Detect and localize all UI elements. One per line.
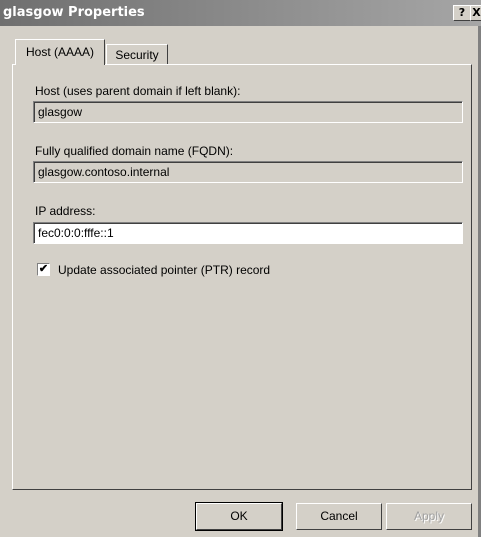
properties-dialog: glasgow Properties ? X Host (AAAA) Secur…	[0, 0, 481, 537]
fqdn-label: Fully qualified domain name (FQDN):	[35, 144, 234, 158]
tab-host-aaaa[interactable]: Host (AAAA)	[15, 39, 105, 65]
ptr-checkbox-label[interactable]: Update associated pointer (PTR) record	[58, 263, 270, 277]
host-label: Host (uses parent domain if left blank):	[35, 84, 241, 98]
title-bar[interactable]: glasgow Properties ? X	[0, 0, 481, 26]
cancel-button[interactable]: Cancel	[296, 503, 382, 530]
window-title: glasgow Properties	[3, 5, 145, 20]
ok-button[interactable]: OK	[195, 502, 283, 531]
close-icon[interactable]: X	[470, 5, 481, 21]
fqdn-field[interactable]	[33, 161, 463, 183]
ptr-checkbox[interactable]: ✔	[37, 263, 50, 276]
tab-security[interactable]: Security	[106, 44, 168, 65]
tab-panel	[12, 64, 472, 490]
ip-address-field[interactable]	[33, 222, 463, 244]
host-field[interactable]	[33, 101, 463, 123]
help-icon[interactable]: ?	[453, 5, 471, 21]
apply-button[interactable]: Apply	[386, 503, 472, 530]
ip-address-label: IP address:	[35, 204, 96, 218]
